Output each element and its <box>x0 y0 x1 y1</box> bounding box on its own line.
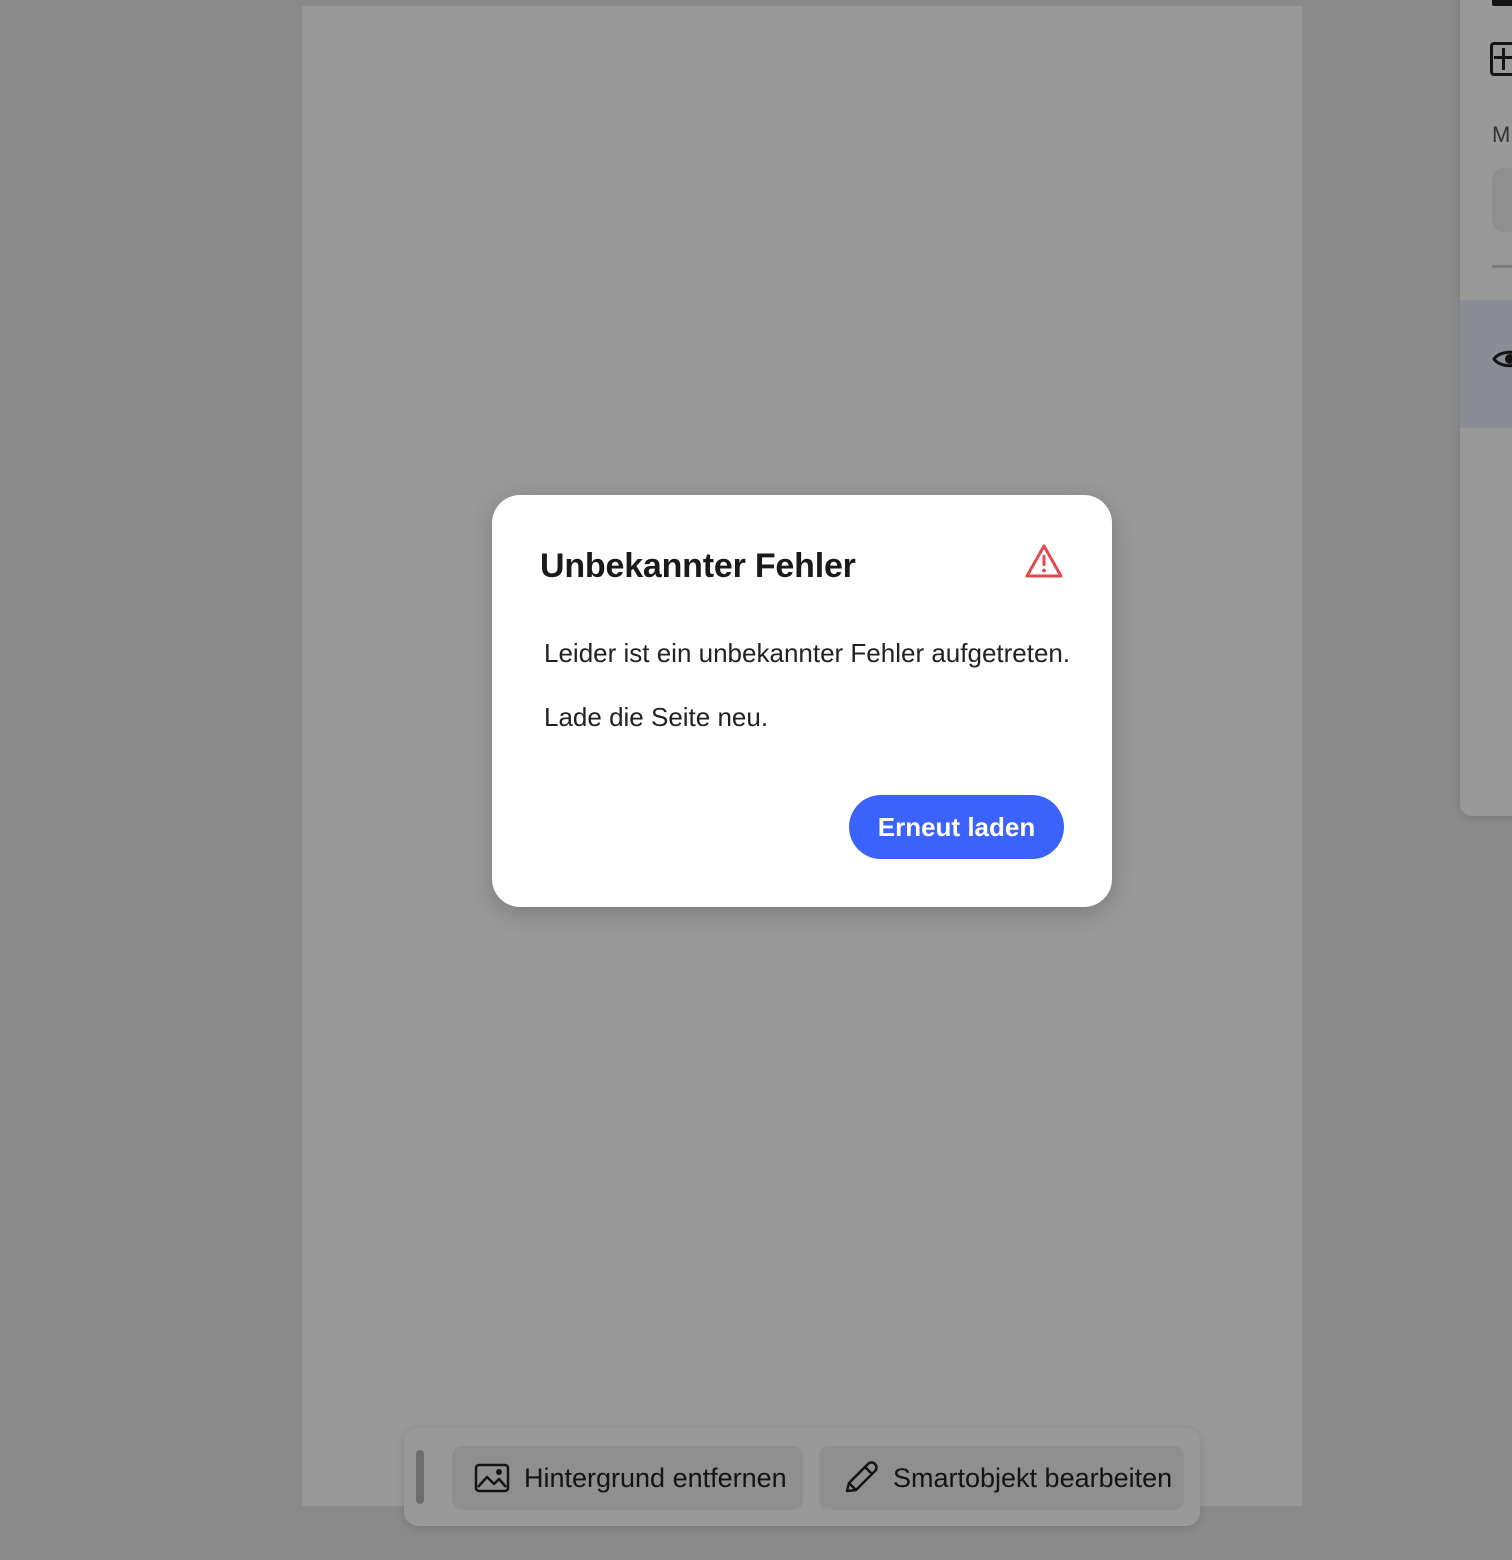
error-dialog: Unbekannter Fehler Leider ist ein unbeka… <box>492 495 1112 907</box>
dialog-message-line-2: Lade die Seite neu. <box>544 702 769 732</box>
dialog-message: Leider ist ein unbekannter Fehler aufget… <box>544 635 1084 735</box>
reload-button[interactable]: Erneut laden <box>849 795 1064 859</box>
warning-icon <box>1025 544 1063 578</box>
dialog-title: Unbekannter Fehler <box>540 547 856 585</box>
dialog-message-line-1: Leider ist ein unbekannter Fehler aufget… <box>544 638 1071 668</box>
